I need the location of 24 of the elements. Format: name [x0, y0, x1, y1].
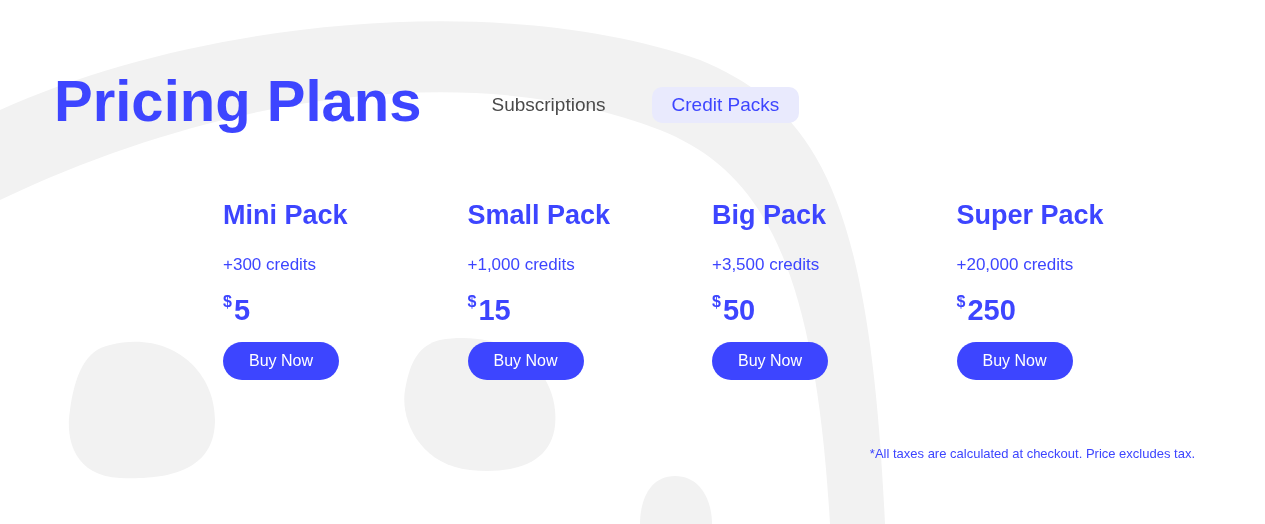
footnote: *All taxes are calculated at checkout. Price excludes tax.	[869, 444, 1195, 463]
pack-name: Mini Pack	[223, 198, 348, 232]
currency-symbol: $	[223, 293, 232, 310]
credits-amount: +1,000 credits	[467, 254, 575, 277]
buy-button[interactable]: Buy Now	[712, 341, 828, 380]
currency-symbol: $	[467, 293, 477, 310]
pack-name: Big Pack	[712, 198, 827, 232]
price: 15	[478, 295, 511, 325]
credits-amount: +300 credits	[223, 254, 317, 277]
price: 250	[967, 295, 1016, 325]
pack-name: Super Pack	[956, 198, 1104, 232]
buy-button[interactable]: Buy Now	[467, 341, 584, 380]
pack-name: Small Pack	[467, 198, 611, 232]
buy-button[interactable]: Buy Now	[223, 341, 339, 380]
buy-button[interactable]: Buy Now	[956, 341, 1073, 380]
tab[interactable]: Subscriptions	[475, 87, 622, 124]
price: 50	[722, 295, 756, 325]
page-title: Pricing Plans	[54, 68, 422, 135]
price: 5	[233, 295, 251, 325]
currency-symbol: $	[956, 293, 966, 310]
currency-symbol: $	[712, 293, 721, 310]
tab[interactable]: Credit Packs	[651, 87, 800, 124]
credits-amount: +20,000 credits	[956, 254, 1074, 277]
credits-amount: +3,500 credits	[712, 254, 820, 277]
